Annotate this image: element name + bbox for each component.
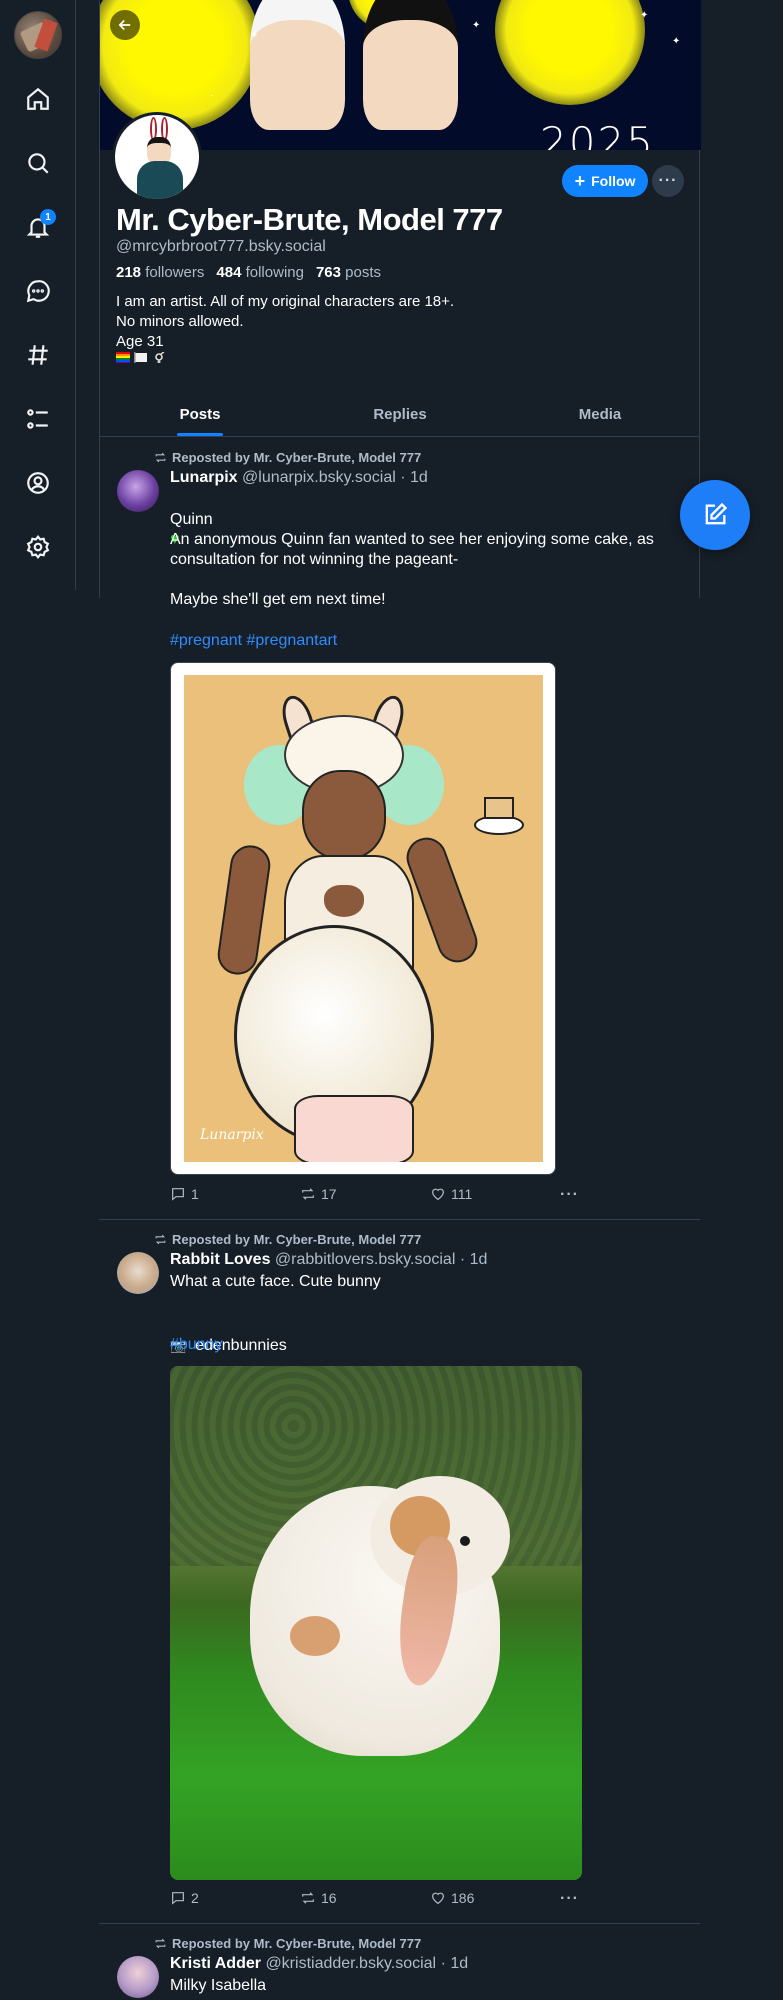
compose-button[interactable]	[680, 480, 750, 550]
star-icon: ✦	[250, 30, 259, 41]
like-button[interactable]: 186	[430, 1890, 474, 1906]
compose-icon	[705, 502, 728, 525]
profile-more-button[interactable]: ···	[652, 165, 684, 197]
repost-icon	[155, 452, 166, 463]
settings-icon[interactable]	[18, 527, 58, 567]
feeds-icon[interactable]	[18, 335, 58, 375]
post-author-handle[interactable]: @lunarpix.bsky.social	[242, 469, 396, 486]
bio-flag-emojis	[116, 352, 166, 363]
followers-stat[interactable]: 218 followers	[116, 264, 204, 281]
reply-button[interactable]: 2	[170, 1890, 199, 1906]
post-hashtags[interactable]: #pregnant #pregnantart	[170, 632, 337, 650]
post-time[interactable]: · 1d	[460, 1251, 488, 1268]
like-button[interactable]: 111	[430, 1186, 472, 1202]
post-header: Kristi Adder @kristiadder.bsky.social · …	[170, 1955, 468, 1973]
post-actions: 2 16 186 ···	[170, 1890, 590, 1910]
chat-icon[interactable]	[18, 271, 58, 311]
profile-stats: 218 followers 484 following 763 posts	[116, 264, 381, 281]
left-nav: 1	[0, 0, 76, 590]
notifications-icon[interactable]: 1	[18, 207, 58, 247]
post-author-handle[interactable]: @rabbitlovers.bsky.social	[275, 1251, 455, 1268]
repost-indicator: Reposted by Mr. Cyber-Brute, Model 777	[154, 450, 421, 465]
post-author-avatar[interactable]	[117, 470, 159, 512]
post-image[interactable]	[170, 1366, 582, 1880]
search-icon[interactable]	[18, 143, 58, 183]
current-user-avatar[interactable]	[14, 11, 62, 59]
tab-media[interactable]: Media	[500, 392, 700, 436]
post-author-avatar[interactable]	[117, 1956, 159, 1998]
post-time[interactable]: · 1d	[400, 469, 428, 486]
repost-icon	[155, 1234, 166, 1245]
reply-icon	[172, 1892, 184, 1905]
post-image[interactable]: Lunarpix	[170, 662, 556, 1175]
post-header: Rabbit Loves @rabbitlovers.bsky.social ·…	[170, 1251, 487, 1269]
avatar-body	[137, 161, 183, 199]
banner-sun-right	[495, 0, 645, 105]
follow-label: Follow	[591, 173, 636, 189]
banner-figure-white-hair	[250, 0, 345, 130]
profile-tabs: Posts Replies Media	[100, 392, 700, 437]
profile-display-name: Mr. Cyber-Brute, Model 777	[116, 202, 503, 237]
repost-indicator: Reposted by Mr. Cyber-Brute, Model 777	[154, 1936, 421, 1951]
tab-posts[interactable]: Posts	[100, 392, 300, 436]
back-button[interactable]	[110, 10, 140, 40]
reply-icon	[172, 1188, 184, 1201]
lists-icon[interactable]	[18, 399, 58, 439]
heart-icon	[432, 1188, 444, 1201]
feed-post[interactable]: Reposted by Mr. Cyber-Brute, Model 777 L…	[99, 438, 700, 1220]
star-icon: ✦	[640, 10, 649, 21]
feed-post[interactable]: Reposted by Mr. Cyber-Brute, Model 777 K…	[99, 1924, 700, 2000]
bunny-eye	[460, 1536, 470, 1546]
reply-button[interactable]: 1	[170, 1186, 199, 1202]
post-body: What a cute face. Cute bunny	[170, 1273, 381, 1290]
white-flag-icon	[134, 352, 147, 363]
post-header: Lunarpix @lunarpix.bsky.social · 1d	[170, 469, 428, 487]
repost-icon	[302, 1188, 314, 1200]
profile-icon[interactable]	[18, 463, 58, 503]
notification-badge: 1	[40, 209, 56, 225]
post-author-name[interactable]: Rabbit Loves	[170, 1251, 270, 1268]
star-icon: ·	[210, 90, 214, 101]
banner-year-text: 2025	[540, 118, 655, 150]
profile-avatar[interactable]	[112, 112, 202, 202]
illustration: Lunarpix	[184, 675, 543, 1162]
artist-signature: Lunarpix	[200, 1127, 264, 1143]
post-body: Milky Isabella	[170, 1977, 267, 1994]
repost-button[interactable]: 16	[300, 1890, 337, 1906]
follow-button[interactable]: + Follow	[562, 165, 648, 197]
star-icon: ✦	[472, 20, 481, 31]
transgender-symbol-icon	[155, 352, 165, 363]
post-actions: 1 17 111 ···	[170, 1186, 590, 1206]
rainbow-flag-icon	[116, 352, 130, 363]
post-author-name[interactable]: Lunarpix	[170, 469, 238, 486]
profile-handle: @mrcybrbroot777.bsky.social	[116, 238, 326, 255]
post-author-name[interactable]: Kristi Adder	[170, 1955, 261, 1972]
home-icon[interactable]	[18, 79, 58, 119]
main-column: ✦ ✦ ✦ ✦ · 2025 + Follow ··· Mr. Cyber-Br…	[99, 0, 701, 1998]
profile-bio: I am an artist. All of my original chara…	[116, 293, 455, 350]
following-stat[interactable]: 484 following	[216, 264, 304, 281]
post-more-button[interactable]: ···	[560, 1186, 579, 1204]
feed-post[interactable]: Reposted by Mr. Cyber-Brute, Model 777 R…	[99, 1220, 700, 1924]
repost-button[interactable]: 17	[300, 1186, 337, 1202]
posts-stat: 763 posts	[315, 264, 382, 281]
plus-icon: +	[574, 171, 586, 191]
post-more-button[interactable]: ···	[560, 1890, 579, 1908]
tab-replies[interactable]: Replies	[300, 392, 500, 436]
heart-icon	[432, 1892, 444, 1905]
post-author-handle[interactable]: @kristiadder.bsky.social	[265, 1955, 436, 1972]
repost-indicator: Reposted by Mr. Cyber-Brute, Model 777	[154, 1232, 421, 1247]
repost-icon	[155, 1938, 166, 1949]
post-credit: 📷 edenbunnies	[170, 1337, 287, 1354]
post-hashtags[interactable]: #bunny	[170, 1336, 223, 1354]
repost-icon	[302, 1892, 314, 1904]
post-author-avatar[interactable]	[117, 1252, 159, 1294]
bunny-patch	[290, 1616, 340, 1656]
banner-figure-black-hair	[363, 0, 458, 130]
post-time[interactable]: · 1d	[441, 1955, 469, 1972]
star-icon: ✦	[672, 36, 681, 47]
post-body: An anonymous Quinn fan wanted to see her…	[170, 531, 654, 608]
arrow-left-icon	[118, 19, 131, 31]
